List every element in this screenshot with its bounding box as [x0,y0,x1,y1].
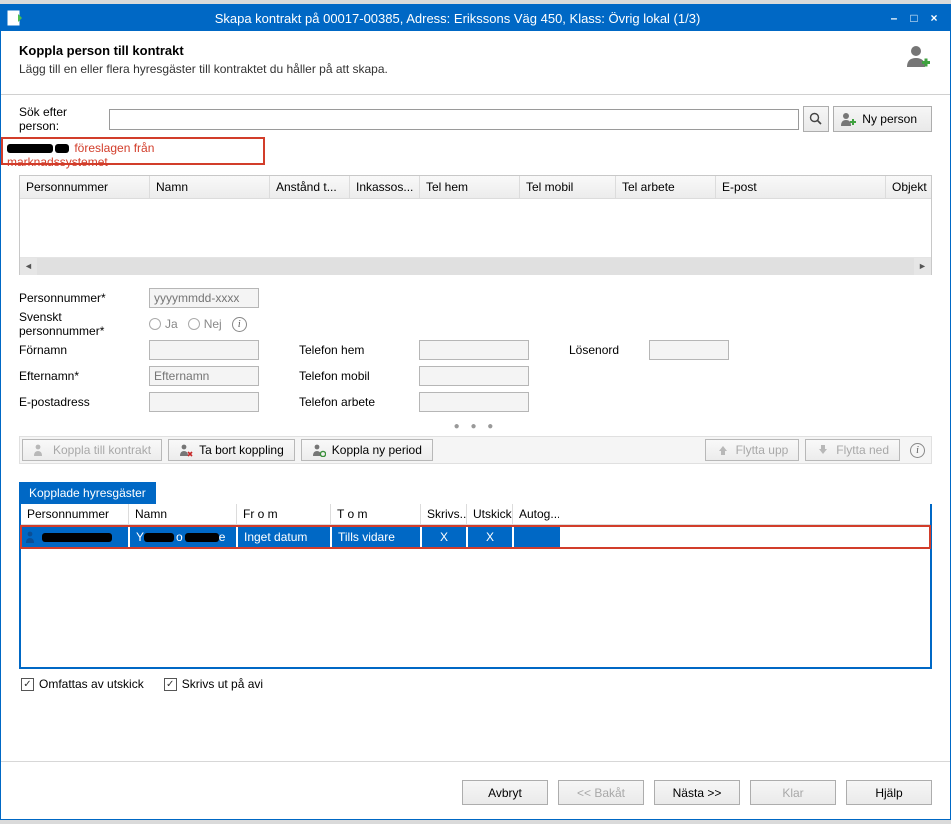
avbryt-button[interactable]: Avbryt [462,780,548,805]
flytta-upp-button[interactable]: Flytta upp [705,439,800,461]
fornamn-input[interactable] [149,340,259,360]
klar-button[interactable]: Klar [750,780,836,805]
nasta-button[interactable]: Nästa >> [654,780,740,805]
tab-kopplade[interactable]: Kopplade hyresgäster [19,482,156,504]
efternamn-input[interactable] [149,366,259,386]
hjalp-button[interactable]: Hjälp [846,780,932,805]
col2-skrivs[interactable]: Skrivs... [421,504,467,524]
losenord-label: Lösenord [569,343,649,357]
info-icon[interactable]: i [910,443,925,458]
maximize-button[interactable]: □ [904,11,924,25]
koppla-ny-period-button[interactable]: Koppla ny period [301,439,433,461]
window-title: Skapa kontrakt på 00017-00385, Adress: E… [31,11,884,26]
search-input[interactable] [109,109,799,130]
cell-skrivs: X [422,527,468,547]
search-results-grid: Personnummer Namn Anstånd t... Inkassos.… [19,175,932,275]
page-title: Koppla person till kontrakt [19,43,904,58]
col2-utskick[interactable]: Utskick [467,504,513,524]
radio-ja[interactable]: Ja [149,317,178,331]
search-button[interactable] [803,106,829,132]
grid-header: Personnummer Namn Anstånd t... Inkassos.… [20,176,931,199]
selected-row-highlight: Yoe Inget datum Tills vidare X X [20,525,931,549]
epost-input[interactable] [149,392,259,412]
minimize-button[interactable]: – [884,11,904,25]
grid2-body-empty [21,549,930,667]
col-objekt[interactable]: Objekt [886,176,931,198]
arrow-up-icon [716,443,730,457]
col2-namn[interactable]: Namn [129,504,237,524]
col-anstand[interactable]: Anstånd t... [270,176,350,198]
check-skrivs[interactable]: ✓Skrivs ut på avi [164,677,263,691]
personnummer-input[interactable] [149,288,259,308]
search-label: Sök efter person: [19,105,109,133]
scroll-right-icon[interactable]: ► [914,258,931,275]
dialog-window: Skapa kontrakt på 00017-00385, Adress: E… [0,4,951,820]
fornamn-label: Förnamn [19,343,149,357]
bakat-button[interactable]: << Bakåt [558,780,644,805]
cell-tom: Tills vidare [332,527,422,547]
col-inkasso[interactable]: Inkassos... [350,176,420,198]
efternamn-label: Efternamn* [19,369,149,383]
arrow-down-icon [816,443,830,457]
new-person-button[interactable]: Ny person [833,106,932,132]
person-icon [24,530,38,544]
person-add-icon [904,43,932,71]
person-form: Personnummer* Svenskt personnummer* Ja N… [19,285,932,415]
horizontal-scrollbar[interactable]: ◄ ► [20,257,931,274]
suggestion-highlight: föreslagen från marknadssystemet [1,137,265,165]
scroll-left-icon[interactable]: ◄ [20,258,37,275]
cell-autog [514,527,560,547]
col-telarbete[interactable]: Tel arbete [616,176,716,198]
grid-body-empty [20,199,931,257]
cell-from: Inget datum [238,527,332,547]
personnummer-label: Personnummer* [19,291,149,305]
scroll-track[interactable] [37,258,914,275]
cell-namn: Yoe [130,527,238,547]
page-subtitle: Lägg till en eller flera hyresgäster til… [19,62,904,76]
col-telhem[interactable]: Tel hem [420,176,520,198]
table-row[interactable]: Yoe Inget datum Tills vidare X X [22,527,929,547]
person-remove-icon [179,443,193,457]
col-epost[interactable]: E-post [716,176,886,198]
new-person-label: Ny person [862,112,917,126]
epost-label: E-postadress [19,395,149,409]
check-omfattas[interactable]: ✓Omfattas av utskick [21,677,144,691]
app-icon [7,10,23,26]
koppling-toolbar: Koppla till kontrakt Ta bort koppling Ko… [19,436,932,464]
col2-from[interactable]: Fr o m [237,504,331,524]
telmobil-input[interactable] [419,366,529,386]
wizard-footer: Avbryt << Bakåt Nästa >> Klar Hjälp [1,761,950,819]
col-personnummer[interactable]: Personnummer [20,176,150,198]
col-namn[interactable]: Namn [150,176,270,198]
info-icon[interactable]: i [232,317,247,332]
close-button[interactable]: × [924,11,944,25]
col2-personnummer[interactable]: Personnummer [21,504,129,524]
person-link-icon [33,443,47,457]
col-telmobil[interactable]: Tel mobil [520,176,616,198]
kopplade-grid: Personnummer Namn Fr o m T o m Skrivs...… [19,504,932,669]
splitter-dots-icon[interactable]: ● ● ● [19,421,932,432]
col2-tom[interactable]: T o m [331,504,421,524]
title-bar: Skapa kontrakt på 00017-00385, Adress: E… [1,5,950,31]
person-period-icon [312,443,326,457]
flytta-ned-button[interactable]: Flytta ned [805,439,900,461]
telarbete-input[interactable] [419,392,529,412]
telmobil-label: Telefon mobil [299,369,419,383]
telarbete-label: Telefon arbete [299,395,419,409]
svenskt-label: Svenskt personnummer* [19,310,149,338]
telhem-label: Telefon hem [299,343,419,357]
koppla-kontrakt-button[interactable]: Koppla till kontrakt [22,439,162,461]
cell-personnummer [22,527,130,547]
col2-autog[interactable]: Autog... [513,504,559,524]
cell-utskick: X [468,527,514,547]
telhem-input[interactable] [419,340,529,360]
ta-bort-koppling-button[interactable]: Ta bort koppling [168,439,295,461]
radio-nej[interactable]: Nej [188,317,222,331]
losenord-input[interactable] [649,340,729,360]
